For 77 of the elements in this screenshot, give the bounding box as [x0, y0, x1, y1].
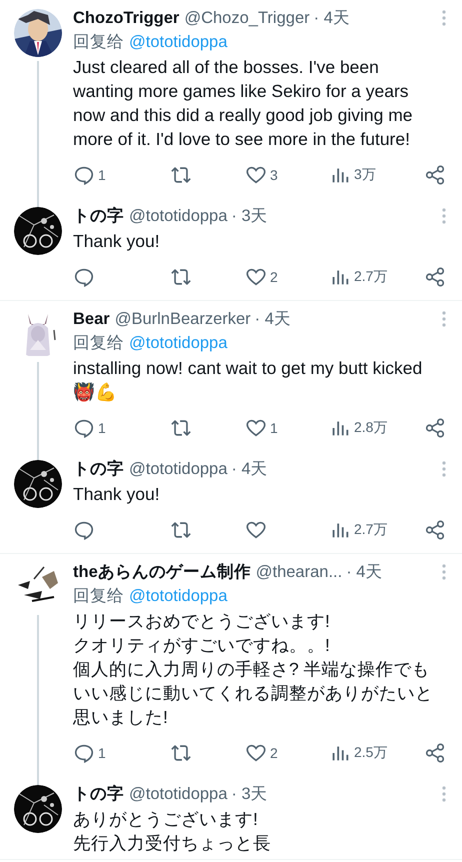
views-button[interactable]: 2.7万: [329, 265, 388, 289]
post-time: · 4天: [231, 459, 268, 480]
post-time: · 3天: [231, 784, 268, 805]
views-button[interactable]: 2.7万: [329, 518, 388, 542]
heart-icon: [245, 417, 267, 439]
count-label: 3: [270, 167, 278, 183]
share-button[interactable]: [424, 265, 446, 289]
heart-icon: [245, 742, 267, 764]
post-time: · 3天: [231, 206, 268, 227]
count-label: 2: [270, 269, 278, 285]
count-label: 2.7万: [354, 521, 388, 539]
reply-icon: [73, 519, 95, 541]
share-icon: [424, 266, 446, 288]
tweet-text: ありがとうございます! 先行入力受付ちょっと長: [73, 808, 272, 855]
user-name[interactable]: トの字: [73, 205, 124, 227]
heart-icon: [245, 519, 267, 541]
like-button[interactable]: 2: [245, 741, 278, 765]
like-button[interactable]: 1: [245, 416, 278, 440]
count-label: 2.7万: [354, 268, 388, 286]
more-icon: [442, 9, 446, 27]
views-button[interactable]: 2.8万: [329, 416, 388, 440]
tweet-text: installing now! cant wait to get my butt kicked 👹💪: [73, 357, 424, 404]
share-icon: [424, 164, 446, 186]
views-button[interactable]: 3万: [329, 163, 376, 187]
count-label: 2.5万: [354, 744, 388, 762]
more-icon: [442, 460, 446, 478]
heart-icon: [245, 164, 267, 186]
share-button[interactable]: [424, 518, 446, 542]
more-icon: [442, 310, 446, 328]
user-name[interactable]: トの字: [73, 783, 124, 805]
count-label: 2.8万: [354, 419, 388, 437]
share-button[interactable]: [424, 163, 446, 187]
count-label: 3万: [354, 166, 376, 184]
reply-icon: [73, 417, 95, 439]
like-button[interactable]: 3: [245, 163, 278, 187]
like-button[interactable]: 2: [245, 265, 278, 289]
user-handle: @thearan...: [256, 562, 342, 582]
count-label: 1: [98, 167, 106, 183]
count-label: 1: [270, 420, 278, 436]
reply-button[interactable]: 1: [73, 416, 106, 440]
reply-label: 回复给: [73, 587, 124, 605]
reply-icon: [73, 742, 95, 764]
post-time: · 4天: [254, 309, 291, 330]
user-handle: @BurlnBearzerker: [114, 310, 251, 328]
post-time: · 4天: [346, 562, 382, 583]
user-handle: @tototidoppa: [129, 460, 228, 478]
reply-button[interactable]: 1: [73, 163, 106, 187]
tweet-text: Thank you!: [73, 230, 161, 253]
more-icon: [442, 563, 446, 581]
more-icon: [442, 207, 446, 225]
share-button[interactable]: [424, 416, 446, 440]
heart-icon: [245, 266, 267, 288]
share-icon: [424, 519, 446, 541]
count-label: 2: [270, 745, 278, 761]
views-button[interactable]: 2.5万: [329, 741, 388, 765]
reply-icon: [73, 266, 95, 288]
count-label: 1: [98, 745, 106, 761]
user-name[interactable]: トの字: [73, 458, 124, 480]
user-handle: @Chozo_Trigger: [184, 8, 310, 28]
share-button[interactable]: [424, 741, 446, 765]
share-icon: [424, 417, 446, 439]
more-icon: [442, 785, 446, 803]
reply-button[interactable]: 1: [73, 741, 106, 765]
tweet-text: Thank you!: [73, 483, 161, 506]
user-name[interactable]: Bear: [73, 310, 110, 328]
user-handle: @tototidoppa: [129, 784, 228, 804]
post-time: · 4天: [314, 8, 350, 29]
tweet-text: リリースおめでとうございます! クオリティがすごいですね。。! 個人的に入力周りの手軽さ? 半端な操作でもいい感じに動いてくれる調整がありがたいと思いました!: [73, 610, 434, 729]
user-handle: @tototidoppa: [129, 206, 228, 226]
reply-label: 回复给: [73, 33, 124, 51]
count-label: 1: [98, 420, 106, 436]
share-icon: [424, 742, 446, 764]
tweet-text: Just cleared all of the bosses. I've been wanting more games like Sekiro for a years now and this did a really good job giving me more of it. I'd love to see more in the future!: [73, 56, 414, 151]
user-name[interactable]: ChozoTrigger: [73, 8, 180, 28]
reply-icon: [73, 164, 95, 186]
reply-label: 回复给: [73, 334, 124, 352]
user-name[interactable]: theあらんのゲーム制作: [73, 561, 251, 583]
